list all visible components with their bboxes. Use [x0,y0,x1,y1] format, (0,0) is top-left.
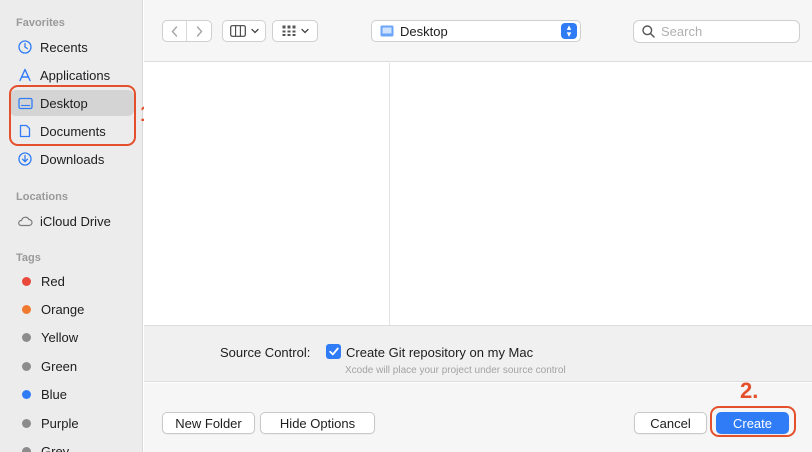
source-control-help-text: Xcode will place your project under sour… [345,365,566,376]
annotation-highlight-sidebar [9,85,136,146]
sidebar-item-label: Purple [41,415,79,431]
sidebar-item-label: Recents [40,39,88,55]
sidebar-item-label: Applications [40,67,111,83]
desktop-folder-icon [380,25,394,37]
cloud-icon [16,212,34,230]
search-input[interactable] [661,24,791,39]
sidebar-tag-purple[interactable]: Purple [10,410,134,436]
tag-color-dot [22,276,31,286]
sidebar-item-label: Red [41,273,65,289]
search-icon [642,25,655,38]
back-button[interactable] [163,21,188,41]
sidebar-tag-orange[interactable]: Orange [10,296,134,322]
chevron-down-icon [250,28,259,34]
sidebar-tag-red[interactable]: Red [10,268,134,294]
grid-icon [282,25,295,36]
tag-color-dot [22,332,31,342]
download-icon [16,150,34,168]
sidebar-tag-yellow[interactable]: Yellow [10,324,134,350]
location-popup[interactable]: Desktop ▴ ▾ [371,20,581,42]
source-control-label: Source Control: [220,345,311,360]
tag-color-dot [22,389,31,399]
cancel-button[interactable]: Cancel [634,412,707,434]
column-divider[interactable] [389,63,390,325]
sidebar-item-label: Yellow [41,329,79,345]
sidebar-tag-blue[interactable]: Blue [10,381,134,407]
tag-color-dot [22,446,31,452]
git-repository-label: Create Git repository on my Mac [346,345,534,360]
locations-section-title: Locations [16,191,68,203]
sidebar-tag-grey[interactable]: Grey [10,438,134,452]
annotation-step-2: 2. [740,378,759,403]
search-field[interactable] [633,20,800,43]
favorites-section-title: Favorites [16,17,65,29]
tag-color-dot [22,361,31,371]
options-panel: Source Control: Create Git repository on… [144,325,812,382]
sidebar-item-downloads[interactable]: Downloads [10,146,134,172]
file-browser-columns [144,63,812,325]
sidebar-item-label: Green [41,358,78,374]
sidebar-item-label: Downloads [40,151,105,167]
sidebar-item-label: Grey [41,443,70,452]
chevron-left-icon [171,25,178,37]
tag-color-dot [22,304,31,314]
sidebar: Favorites Recents Applications Desktop D… [0,0,143,452]
sidebar-item-recents[interactable]: Recents [10,34,134,60]
sidebar-tag-green[interactable]: Green [10,353,134,379]
chevron-down-icon [300,28,309,34]
toolbar: Desktop ▴ ▾ [144,0,812,62]
column-view-button[interactable] [222,20,266,42]
new-folder-button[interactable]: New Folder [162,412,255,434]
annotation-highlight-create [710,406,796,437]
clock-icon [16,38,34,56]
checkmark-icon [328,347,339,356]
sidebar-item-icloud-drive[interactable]: iCloud Drive [10,208,134,234]
tags-section-title: Tags [16,252,41,264]
location-popup-label: Desktop [400,23,448,39]
sidebar-item-label: iCloud Drive [40,213,111,229]
tag-color-dot [22,418,31,428]
chevron-right-icon [196,25,202,37]
back-forward-group [162,20,212,42]
popup-stepper-icon: ▴ ▾ [561,23,577,39]
applications-icon [16,66,34,84]
sidebar-item-label: Blue [41,386,68,402]
hide-options-button[interactable]: Hide Options [260,412,375,434]
sidebar-item-label: Orange [41,301,85,317]
columns-icon [229,25,246,37]
forward-button[interactable] [187,21,211,41]
group-view-button[interactable] [272,20,318,42]
git-repository-checkbox[interactable] [326,344,341,359]
